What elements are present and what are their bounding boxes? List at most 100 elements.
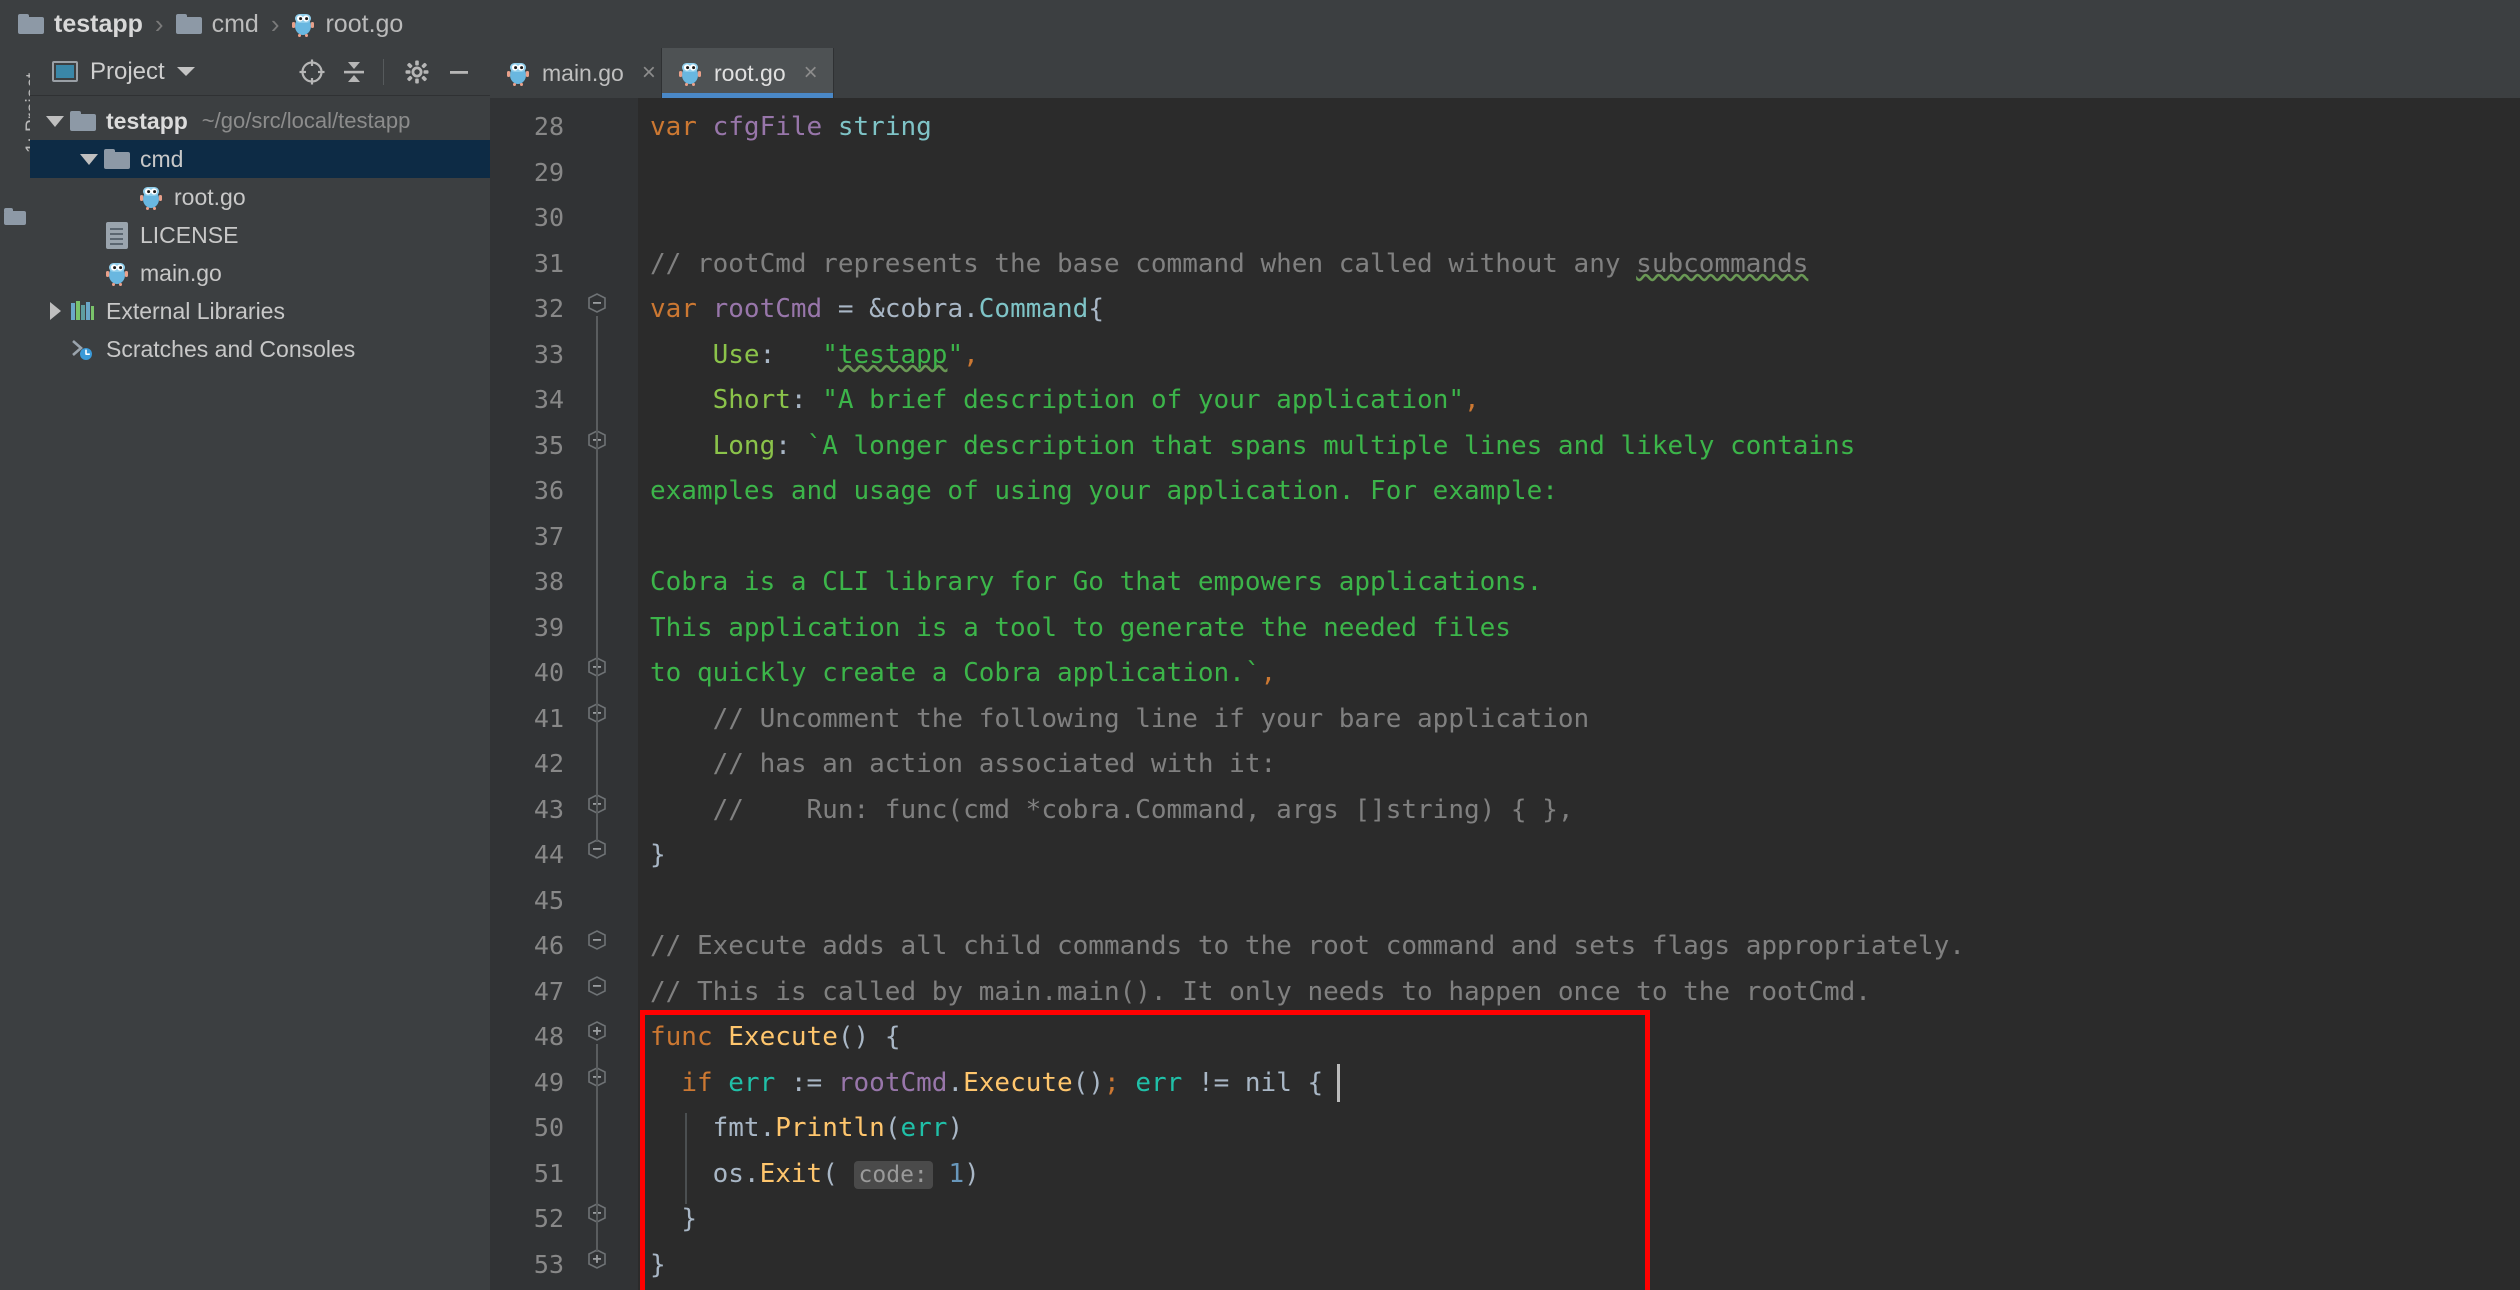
line-number: 52 (490, 1204, 564, 1233)
fold-guide-line (596, 1090, 598, 1207)
line-number: 40 (490, 658, 564, 687)
code-fold-icon[interactable] (586, 1249, 608, 1271)
library-icon (68, 299, 98, 323)
tree-item-main-go[interactable]: main.go (30, 254, 490, 292)
tree-item-label: Scratches and Consoles (106, 336, 355, 363)
text-caret (1337, 1064, 1340, 1102)
code-line[interactable]: examples and usage of using your applica… (650, 476, 1558, 506)
line-number: 48 (490, 1022, 564, 1051)
tree-item-label: cmd (140, 146, 183, 173)
tab-label: main.go (542, 60, 624, 87)
code-fold-icon[interactable] (586, 976, 608, 998)
tree-item-testapp[interactable]: testapp ~/go/src/local/testapp (30, 102, 490, 140)
line-number: 41 (490, 704, 564, 733)
code-line[interactable]: // Run: func(cmd *cobra.Command, args []… (650, 795, 1574, 825)
code-line[interactable]: } (650, 840, 666, 870)
code-line[interactable]: fmt.Println(err) (650, 1113, 963, 1143)
line-number: 30 (490, 203, 564, 232)
chevron-down-icon[interactable] (42, 116, 68, 127)
code-fold-icon[interactable] (586, 839, 608, 861)
line-number: 29 (490, 158, 564, 187)
close-icon[interactable]: × (804, 61, 818, 85)
line-number: 38 (490, 567, 564, 596)
go-file-icon (291, 11, 315, 37)
tree-item-label: main.go (140, 260, 222, 287)
line-number: 31 (490, 249, 564, 278)
line-number: 32 (490, 294, 564, 323)
line-number: 35 (490, 431, 564, 460)
folder-icon (4, 208, 26, 225)
code-editor[interactable]: 2829303132333435363738394041424344454647… (490, 98, 2520, 1290)
folder-icon (18, 14, 44, 34)
project-tree: testapp ~/go/src/local/testapp cmd (30, 96, 490, 368)
code-line[interactable]: var cfgFile string (650, 112, 932, 142)
code-line[interactable]: // rootCmd represents the base command w… (650, 249, 1808, 279)
code-line[interactable]: // This is called by main.main(). It onl… (650, 977, 1871, 1007)
line-number: 43 (490, 795, 564, 824)
collapse-all-icon[interactable] (335, 53, 373, 91)
code-line[interactable]: Short: "A brief description of your appl… (650, 385, 1480, 415)
close-icon[interactable]: × (642, 61, 656, 85)
line-number: 33 (490, 340, 564, 369)
code-line[interactable]: os.Exit( code: 1) (650, 1159, 980, 1189)
breadcrumb-separator: › (155, 9, 164, 40)
go-file-icon (678, 60, 702, 86)
go-file-icon (136, 184, 166, 210)
fold-guide-line (596, 726, 598, 797)
chevron-down-icon[interactable] (177, 67, 195, 76)
editor-gutter[interactable]: 2829303132333435363738394041424344454647… (490, 98, 638, 1290)
code-line[interactable]: Long: `A longer description that spans m… (650, 431, 1855, 461)
tree-item-license[interactable]: LICENSE (30, 216, 490, 254)
breadcrumb-item-cmd[interactable]: cmd (176, 10, 259, 39)
code-line[interactable]: Use: "testapp", (650, 340, 979, 370)
project-window-icon (52, 61, 78, 82)
chevron-down-icon[interactable] (76, 154, 102, 165)
code-line[interactable]: var rootCmd = &cobra.Command{ (650, 294, 1104, 324)
line-number: 37 (490, 522, 564, 551)
chevron-right-icon[interactable] (42, 302, 68, 320)
editor-code-area[interactable]: var cfgFile string // rootCmd represents … (638, 98, 2520, 1290)
tab-main-go[interactable]: main.go × (490, 48, 662, 98)
code-line[interactable]: } (650, 1250, 666, 1280)
line-number: 47 (490, 977, 564, 1006)
project-tool-window: Project (30, 48, 490, 1290)
gear-icon[interactable] (398, 53, 436, 91)
locate-icon[interactable] (293, 53, 331, 91)
tree-item-external-libraries[interactable]: External Libraries (30, 292, 490, 330)
document-icon (102, 222, 132, 249)
editor-tab-bar: main.go × root.go × (490, 48, 2520, 98)
code-line[interactable]: This application is a tool to generate t… (650, 613, 1511, 643)
code-line[interactable]: to quickly create a Cobra application.`, (650, 658, 1276, 688)
line-number: 44 (490, 840, 564, 869)
tree-item-label: testapp (106, 108, 188, 135)
breadcrumb-item-testapp[interactable]: testapp (18, 10, 143, 39)
code-line[interactable]: func Execute() { (650, 1022, 900, 1052)
code-line[interactable]: // Execute adds all child commands to th… (650, 931, 1965, 961)
code-line[interactable]: // Uncomment the following line if your … (650, 704, 1589, 734)
tab-root-go[interactable]: root.go × (662, 48, 834, 98)
tree-item-scratches-and-consoles[interactable]: Scratches and Consoles (30, 330, 490, 368)
code-fold-icon[interactable] (586, 1021, 608, 1043)
line-number: 34 (490, 385, 564, 414)
minimize-icon[interactable] (440, 53, 478, 91)
tree-item-root-go[interactable]: root.go (30, 178, 490, 216)
breadcrumb-separator: › (271, 9, 280, 40)
code-line[interactable]: } (650, 1204, 697, 1234)
project-panel-header: Project (30, 48, 490, 96)
line-number: 45 (490, 886, 564, 915)
fold-guide-line (596, 453, 598, 661)
code-line[interactable]: Cobra is a CLI library for Go that empow… (650, 567, 1542, 597)
scratches-icon (68, 337, 98, 361)
tab-label: root.go (714, 60, 786, 87)
code-line[interactable]: // has an action associated with it: (650, 749, 1276, 779)
breadcrumb-item-rootgo[interactable]: root.go (291, 10, 403, 39)
go-file-icon (506, 60, 530, 86)
line-number: 49 (490, 1068, 564, 1097)
folder-icon (102, 149, 132, 169)
line-number: 46 (490, 931, 564, 960)
code-fold-icon[interactable] (586, 293, 608, 315)
tree-item-label: External Libraries (106, 298, 285, 325)
code-fold-icon[interactable] (586, 930, 608, 952)
code-line[interactable]: if err := rootCmd.Execute(); err != nil … (650, 1068, 1323, 1098)
tree-item-cmd[interactable]: cmd (30, 140, 490, 178)
